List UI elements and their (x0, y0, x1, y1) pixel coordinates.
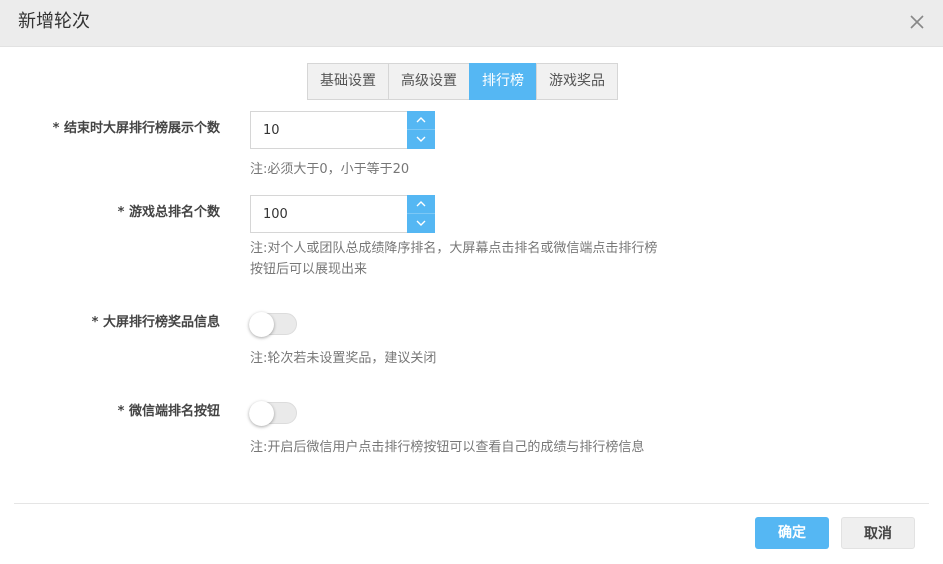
screen-rank-count-input[interactable] (251, 112, 407, 148)
wechat-rank-button-note: 注:开启后微信用户点击排行榜按钮可以查看自己的成绩与排行榜信息 (250, 440, 645, 455)
screen-rank-count-note: 注:必须大于0，小于等于20 (250, 162, 410, 177)
footer-divider (14, 503, 929, 504)
wechat-rank-button-label: * 微信端排名按钮 (117, 404, 220, 419)
chevron-up-icon[interactable] (407, 111, 435, 130)
close-icon[interactable] (909, 12, 925, 32)
screen-prize-info-label: * 大屏排行榜奖品信息 (91, 315, 220, 330)
toggle-knob (249, 401, 274, 426)
screen-prize-info-note: 注:轮次若未设置奖品，建议关闭 (250, 351, 437, 366)
screen-prize-info-toggle[interactable] (249, 312, 297, 337)
chevron-up-icon[interactable] (407, 195, 435, 214)
total-rank-count-note-line2: 按钮后可以展现出来 (250, 262, 368, 277)
dialog-title: 新增轮次 (18, 11, 90, 32)
screen-rank-count-label: * 结束时大屏排行榜展示个数 (52, 121, 220, 136)
chevron-down-icon[interactable] (407, 214, 435, 233)
tab-leaderboard[interactable]: 排行榜 (469, 63, 537, 100)
toggle-knob (249, 312, 274, 337)
total-rank-count-stepper (250, 195, 435, 233)
total-rank-count-input[interactable] (251, 196, 407, 232)
dialog-header: 新增轮次 (0, 0, 943, 47)
screen-rank-count-spinner (407, 111, 435, 149)
screen-rank-count-stepper (250, 111, 435, 149)
tab-game-prizes[interactable]: 游戏奖品 (536, 63, 618, 100)
wechat-rank-button-toggle[interactable] (249, 401, 297, 426)
add-round-dialog: 新增轮次 基础设置 高级设置 排行榜 游戏奖品 * 结束时大屏排行榜展示个数 注… (0, 0, 943, 564)
cancel-button[interactable]: 取消 (841, 517, 915, 549)
tab-advanced-settings[interactable]: 高级设置 (388, 63, 470, 100)
tab-basic-settings[interactable]: 基础设置 (307, 63, 389, 100)
chevron-down-icon[interactable] (407, 130, 435, 149)
settings-tabs: 基础设置 高级设置 排行榜 游戏奖品 (307, 63, 618, 100)
total-rank-count-label: * 游戏总排名个数 (117, 205, 220, 220)
confirm-button[interactable]: 确定 (755, 517, 829, 549)
total-rank-count-note-line1: 注:对个人或团队总成绩降序排名，大屏幕点击排名或微信端点击排行榜 (250, 241, 658, 256)
total-rank-count-spinner (407, 195, 435, 233)
